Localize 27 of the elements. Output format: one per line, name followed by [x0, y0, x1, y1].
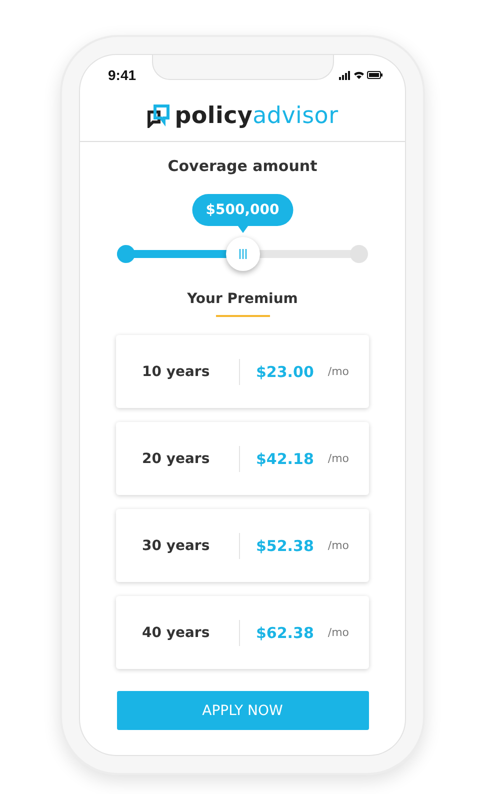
plan-unit: /mo — [328, 452, 350, 465]
plan-price: $62.38 — [256, 624, 314, 642]
plan-card[interactable]: 10 years $23.00 /mo — [116, 335, 369, 408]
title-underline — [216, 315, 270, 317]
coverage-title: Coverage amount — [168, 157, 318, 175]
logo-text: policyadvisor — [174, 103, 338, 129]
plan-price: $23.00 — [256, 362, 314, 380]
premium-title: Your Premium — [187, 291, 298, 307]
plan-card[interactable]: 40 years $62.38 /mo — [116, 596, 369, 669]
plan-unit: /mo — [328, 626, 350, 639]
plan-term: 10 years — [142, 364, 211, 380]
plan-term: 30 years — [142, 538, 211, 554]
logo-icon — [146, 104, 171, 128]
slider-start — [117, 245, 135, 263]
plan-term: 20 years — [142, 450, 211, 466]
plan-card[interactable]: 20 years $42.18 /mo — [116, 422, 369, 495]
amount-bubble: $500,000 — [192, 194, 294, 226]
slider-end — [350, 245, 368, 263]
status-time: 9:41 — [108, 67, 136, 83]
plan-card[interactable]: 30 years $52.38 /mo — [116, 509, 369, 582]
plan-term: 40 years — [142, 624, 211, 640]
plan-price: $52.38 — [256, 536, 314, 554]
plan-unit: /mo — [328, 539, 350, 552]
slider-thumb[interactable] — [226, 237, 260, 271]
plan-unit: /mo — [328, 365, 350, 378]
status-icons — [339, 70, 383, 80]
plan-price: $42.18 — [256, 450, 314, 468]
